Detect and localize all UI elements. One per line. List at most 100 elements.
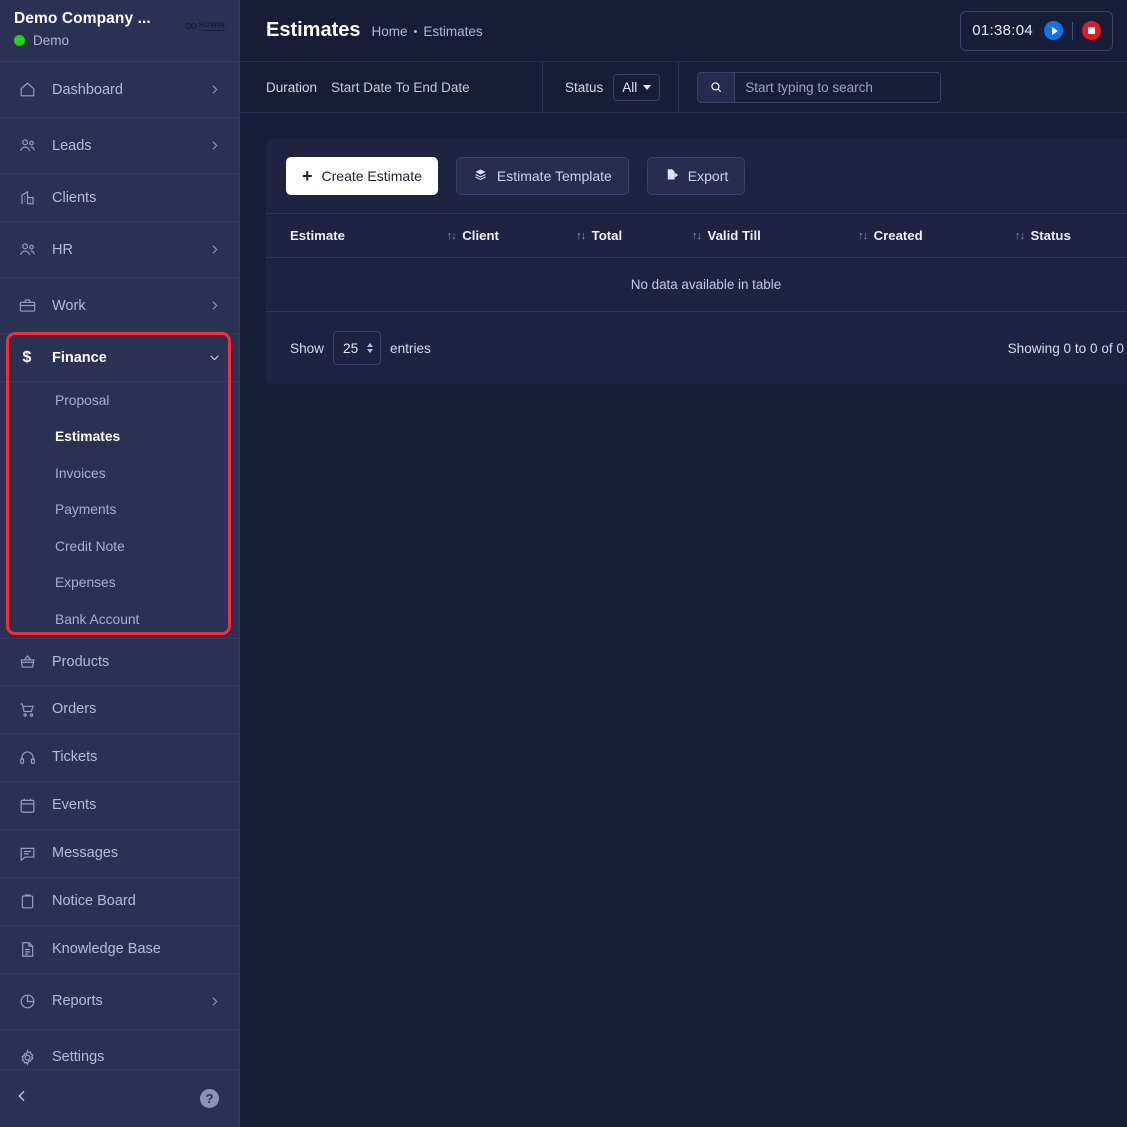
- sidebar-item-proposal[interactable]: Proposal: [0, 382, 239, 419]
- chevron-right-icon: [208, 299, 221, 312]
- sidebar-header: Demo Company ... Demo OO HOWIN: [0, 0, 239, 62]
- export-button[interactable]: Export: [646, 157, 746, 195]
- sidebar-item-label: Knowledge Base: [52, 941, 161, 957]
- estimates-card: + Create Estimate Estimate Template Expo…: [266, 139, 1127, 384]
- status-select[interactable]: All: [613, 73, 661, 101]
- sidebar-item-label: Tickets: [52, 749, 98, 765]
- search-icon[interactable]: [697, 71, 735, 103]
- sidebar-item-messages[interactable]: Messages: [0, 830, 239, 878]
- export-label: Export: [687, 168, 729, 184]
- sidebar-item-finance[interactable]: $ Finance: [0, 334, 239, 382]
- entries-value: 25: [343, 340, 359, 356]
- column-header-created[interactable]: ↑↓ Created: [852, 214, 1009, 258]
- search-input[interactable]: [734, 71, 942, 103]
- breadcrumb-current: Estimates: [423, 24, 483, 39]
- showing-info: Showing 0 to 0 of 0: [1007, 340, 1124, 356]
- basket-icon: [16, 651, 38, 673]
- sidebar-item-events[interactable]: Events: [0, 782, 239, 830]
- sort-icon: ↑↓: [576, 229, 586, 242]
- main-content: Estimates Home • Estimates 01:38:04 Dura…: [240, 0, 1127, 1127]
- finance-submenu: Proposal Estimates Invoices Payments Cre…: [0, 382, 239, 638]
- sidebar-item-hr[interactable]: HR: [0, 222, 239, 278]
- play-icon[interactable]: [1044, 21, 1063, 40]
- estimate-template-button[interactable]: Estimate Template: [455, 157, 629, 195]
- chevron-right-icon: [208, 83, 221, 96]
- stop-icon[interactable]: [1082, 21, 1101, 40]
- breadcrumb-home[interactable]: Home: [372, 24, 408, 39]
- sidebar-item-tickets[interactable]: Tickets: [0, 734, 239, 782]
- column-header-estimate[interactable]: Estimate: [266, 214, 440, 258]
- sidebar-footer: ?: [0, 1069, 239, 1127]
- calendar-icon: [16, 794, 38, 816]
- gear-icon: [16, 1046, 38, 1068]
- sidebar-item-leads[interactable]: Leads: [0, 118, 239, 174]
- duration-label: Duration: [266, 79, 318, 95]
- sidebar-subitem-label: Proposal: [55, 392, 110, 408]
- sidebar-item-notice-board[interactable]: Notice Board: [0, 878, 239, 926]
- sidebar-item-label: Orders: [52, 701, 97, 717]
- empty-message: No data available in table: [266, 257, 1127, 312]
- sidebar-item-work[interactable]: Work: [0, 278, 239, 334]
- sidebar-item-bank-account[interactable]: Bank Account: [0, 601, 239, 638]
- duration-filter[interactable]: Duration Start Date To End Date: [240, 62, 543, 112]
- sidebar-item-label: Products: [52, 653, 110, 670]
- app-root: Demo Company ... Demo OO HOWIN Dashboard: [0, 0, 1127, 1127]
- sidebar-item-clients[interactable]: Clients: [0, 174, 239, 222]
- duration-value[interactable]: Start Date To End Date: [331, 80, 470, 95]
- entries-stepper[interactable]: 25: [333, 331, 382, 365]
- sidebar-item-expenses[interactable]: Expenses: [0, 565, 239, 602]
- sidebar-group-finance: $ Finance Proposal Estimates Invoices Pa…: [0, 332, 239, 638]
- time-tracker: 01:38:04: [960, 10, 1113, 51]
- sort-icon: ↑↓: [858, 229, 868, 242]
- sidebar-item-products[interactable]: Products: [0, 637, 239, 686]
- sidebar-subitem-label: Credit Note: [55, 538, 125, 554]
- sidebar-nav: Dashboard Leads Clients HR Work $ Financ…: [0, 62, 239, 1069]
- entries-selector: Show 25 entries: [290, 331, 431, 365]
- sidebar-item-estimates[interactable]: Estimates: [0, 419, 239, 456]
- sidebar: Demo Company ... Demo OO HOWIN Dashboard: [0, 0, 240, 1127]
- estimates-table: Estimate ↑↓ Client ↑↓ Total ↑↓ Valid Till: [266, 213, 1127, 312]
- sidebar-item-label: Dashboard: [52, 81, 123, 98]
- content-area: + Create Estimate Estimate Template Expo…: [240, 113, 1127, 384]
- chat-icon: [16, 842, 38, 864]
- create-estimate-label: Create Estimate: [321, 168, 422, 184]
- chevron-left-icon[interactable]: [14, 1088, 30, 1109]
- table-head: Estimate ↑↓ Client ↑↓ Total ↑↓ Valid Till: [266, 213, 1127, 258]
- create-estimate-button[interactable]: + Create Estimate: [286, 157, 438, 195]
- filter-bar: Duration Start Date To End Date Status A…: [240, 62, 1127, 113]
- sidebar-subitem-label: Estimates: [55, 429, 121, 445]
- dollar-icon: $: [22, 348, 32, 366]
- sidebar-item-invoices[interactable]: Invoices: [0, 455, 239, 492]
- timer-value: 01:38:04: [972, 22, 1033, 39]
- pie-chart-icon: [16, 990, 38, 1012]
- document-icon: [16, 938, 38, 960]
- table-header-row: Estimate ↑↓ Client ↑↓ Total ↑↓ Valid Till: [266, 213, 1127, 258]
- building-icon: [16, 187, 38, 209]
- table-body: No data available in table: [266, 257, 1127, 312]
- column-header-total[interactable]: ↑↓ Total: [570, 214, 686, 258]
- sidebar-item-credit-note[interactable]: Credit Note: [0, 528, 239, 565]
- logo-text: HOWIN: [198, 22, 225, 31]
- sidebar-item-knowledge-base[interactable]: Knowledge Base: [0, 926, 239, 974]
- sidebar-item-payments[interactable]: Payments: [0, 492, 239, 529]
- breadcrumb-separator: •: [413, 25, 418, 38]
- stepper-arrows-icon[interactable]: [367, 343, 374, 353]
- sidebar-item-label: Events: [52, 797, 97, 813]
- column-header-client[interactable]: ↑↓ Client: [440, 214, 569, 258]
- brand[interactable]: Demo Company ... Demo: [14, 10, 151, 48]
- caret-down-icon: [643, 84, 652, 90]
- help-icon[interactable]: ?: [200, 1089, 219, 1108]
- column-header-valid-till[interactable]: ↑↓ Valid Till: [686, 214, 852, 258]
- sidebar-item-label: Reports: [52, 993, 103, 1009]
- briefcase-icon: [16, 295, 38, 317]
- layers-icon: [473, 167, 488, 185]
- sidebar-item-settings[interactable]: Settings: [0, 1030, 239, 1070]
- logo-mark-icon: OO: [185, 22, 196, 31]
- timer-divider: [1072, 21, 1073, 40]
- sidebar-item-dashboard[interactable]: Dashboard: [0, 62, 239, 118]
- sidebar-item-reports[interactable]: Reports: [0, 974, 239, 1030]
- sidebar-item-orders[interactable]: Orders: [0, 686, 239, 734]
- column-label: Estimate: [290, 228, 345, 243]
- column-header-status[interactable]: ↑↓ Status: [1008, 214, 1127, 258]
- search-filter: [679, 62, 959, 112]
